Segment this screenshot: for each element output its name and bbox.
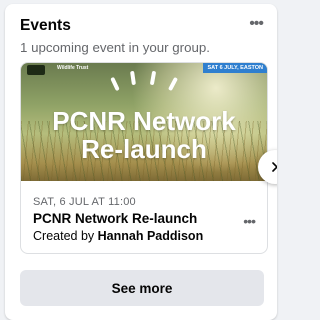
creator-name[interactable]: Hannah Paddison [98,229,204,243]
banner-headline-line1: PCNR Network [52,106,236,136]
widget-title: Events [20,17,71,34]
more-options-icon[interactable]: ••• [249,16,264,32]
event-banner-image[interactable]: Wildlife Trust SAT 6 JULY, EASTON PCNR N… [21,63,267,181]
widget-subtitle: 1 upcoming event in your group. [20,40,210,55]
sun-ray-icon [110,76,120,92]
banner-date-tag: SAT 6 JULY, EASTON [203,63,267,73]
event-date: SAT, 6 JUL AT 11:00 [33,196,136,208]
created-by-label: Created by [33,229,95,243]
event-creator: Created by Hannah Paddison [33,229,203,243]
org-logo-icon [27,65,45,75]
event-title[interactable]: PCNR Network Re-launch [33,211,197,226]
banner-org-name: Wildlife Trust [57,65,89,71]
event-card[interactable]: Wildlife Trust SAT 6 JULY, EASTON PCNR N… [20,62,268,254]
chevron-right-icon [272,162,277,172]
see-more-button[interactable]: See more [20,270,264,306]
events-widget: Events ••• 1 upcoming event in your grou… [5,4,277,320]
banner-headline-line2: Re-launch [81,134,207,164]
event-more-options-icon[interactable]: ••• [243,213,256,229]
